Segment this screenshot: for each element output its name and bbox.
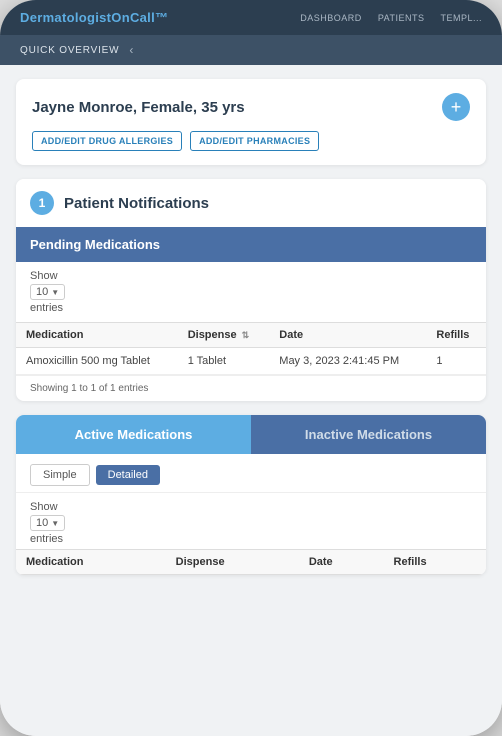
show-select-meds[interactable]: 10 ▼ — [30, 515, 65, 531]
add-edit-drug-allergies-button[interactable]: ADD/EDIT DRUG ALLERGIES — [32, 131, 182, 151]
patient-name: Jayne Monroe, Female, 35 yrs — [32, 99, 245, 116]
top-navigation: DermatologistOnCall™ DASHBOARD PATIENTS … — [0, 0, 502, 35]
section-title: Patient Notifications — [64, 195, 209, 212]
med-col-medication: Medication — [16, 550, 166, 575]
tab-active-medications[interactable]: Active Medications — [16, 415, 251, 454]
patient-actions: ADD/EDIT DRUG ALLERGIES ADD/EDIT PHARMAC… — [32, 131, 470, 151]
cell-dispense: 1 Tablet — [178, 348, 270, 375]
cell-refills: 1 — [426, 348, 486, 375]
med-col-dispense: Dispense — [166, 550, 299, 575]
patient-notifications-section: 1 Patient Notifications Pending Medicati… — [16, 179, 486, 401]
main-content: Jayne Monroe, Female, 35 yrs + ADD/EDIT … — [0, 65, 502, 736]
show-select-pending[interactable]: 10 ▼ — [30, 284, 65, 300]
dropdown-arrow-icon: ▼ — [51, 288, 59, 297]
quick-overview-label: QUICK OVERVIEW — [20, 45, 119, 56]
tab-inactive-medications[interactable]: Inactive Medications — [251, 415, 486, 454]
view-simple-button[interactable]: Simple — [30, 464, 90, 486]
patient-header: Jayne Monroe, Female, 35 yrs + — [32, 93, 470, 121]
col-medication: Medication — [16, 323, 178, 348]
cell-date: May 3, 2023 2:41:45 PM — [269, 348, 426, 375]
sub-navigation: QUICK OVERVIEW ‹ — [0, 35, 502, 65]
logo-text: DermatologistOnCall — [20, 10, 155, 25]
add-button[interactable]: + — [442, 93, 470, 121]
col-date: Date — [269, 323, 426, 348]
med-col-refills: Refills — [384, 550, 486, 575]
active-medications-table: Medication Dispense Date Refills — [16, 549, 486, 575]
section-number: 1 — [30, 191, 54, 215]
pending-medications-header: Pending Medications — [16, 227, 486, 262]
dropdown-arrow-icon: ▼ — [51, 519, 59, 528]
add-edit-pharmacies-button[interactable]: ADD/EDIT PHARMACIES — [190, 131, 319, 151]
patient-card: Jayne Monroe, Female, 35 yrs + ADD/EDIT … — [16, 79, 486, 165]
cell-medication: Amoxicillin 500 mg Tablet — [16, 348, 178, 375]
nav-templates[interactable]: TEMPL... — [440, 13, 482, 23]
nav-dashboard[interactable]: DASHBOARD — [300, 13, 362, 23]
logo: DermatologistOnCall™ — [20, 10, 168, 25]
chevron-left-icon[interactable]: ‹ — [129, 43, 133, 57]
table-row: Amoxicillin 500 mg Tablet 1 Tablet May 3… — [16, 348, 486, 375]
medications-section: Active Medications Inactive Medications … — [16, 415, 486, 575]
view-toggle: Simple Detailed — [16, 454, 486, 493]
show-entries-meds: Show 10 ▼ entries — [16, 493, 486, 549]
nav-patients[interactable]: PATIENTS — [378, 13, 425, 23]
med-col-date: Date — [299, 550, 384, 575]
sort-icon[interactable]: ⇅ — [242, 330, 250, 340]
view-detailed-button[interactable]: Detailed — [96, 465, 160, 485]
showing-text: Showing 1 to 1 of 1 entries — [16, 375, 486, 401]
show-entries-pending: Show 10 ▼ entries — [16, 262, 486, 322]
pending-medications-table: Medication Dispense ⇅ Date Refills — [16, 322, 486, 375]
nav-links: DASHBOARD PATIENTS TEMPL... — [300, 13, 482, 23]
section-header: 1 Patient Notifications — [16, 179, 486, 227]
col-dispense: Dispense ⇅ — [178, 323, 270, 348]
medications-tabs: Active Medications Inactive Medications — [16, 415, 486, 454]
col-refills: Refills — [426, 323, 486, 348]
